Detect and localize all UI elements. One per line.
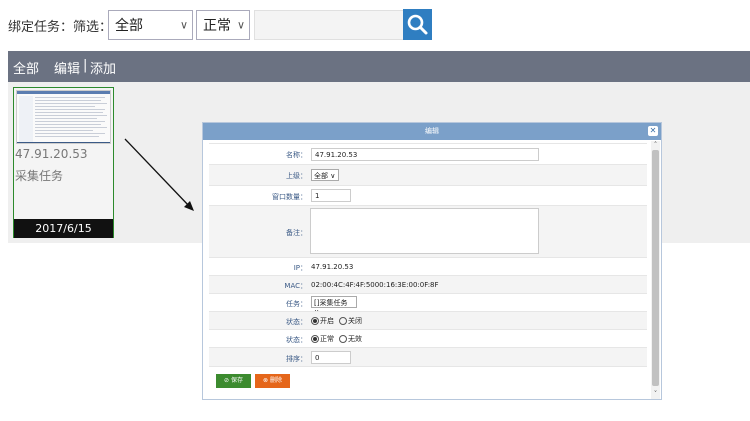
radio-invalid[interactable]: 无效 — [339, 334, 362, 344]
dialog-scrollbar[interactable]: ˄ ˅ — [651, 141, 660, 399]
window-count-input[interactable]: 1 — [311, 189, 351, 202]
chevron-down-icon: ∨ — [330, 172, 336, 180]
edit-dialog: 编辑 ✕ 名称： 47.91.20.53 上级： 全部 ∨ 窗口数量： 1 备注… — [202, 122, 662, 400]
status-filter-value: 正常 — [203, 18, 231, 34]
card-timestamp: 2017/6/15 17:16:56 — [14, 219, 113, 254]
sort-label: 排序： — [286, 355, 307, 363]
nav-edit-link[interactable]: 编辑 — [54, 58, 80, 77]
form-row-window: 窗口数量： 1 — [209, 185, 647, 205]
form-row-mac: MAC： 02:00:4C:4F:4F:5000:16:3E:00:0F:8F — [209, 275, 647, 293]
ip-label: IP： — [293, 264, 307, 272]
state-normal-label: 状态： — [286, 336, 307, 344]
form-row-sort: 排序： 0 — [209, 347, 647, 367]
form-row-note: 备注： — [209, 205, 647, 257]
chevron-down-icon: ∨ — [236, 18, 245, 32]
form-row-state-open: 状态： 开启 关闭 — [209, 311, 647, 329]
radio-unselected-icon — [339, 317, 347, 325]
parent-select-value: 全部 — [314, 172, 328, 180]
radio-unselected-icon — [339, 335, 347, 343]
task-select-value: []采集任务 — [314, 299, 348, 307]
mac-value: 02:00:4C:4F:4F:5000:16:3E:00:0F:8F — [311, 281, 439, 289]
nav-separator: | — [83, 58, 88, 73]
radio-normal-label: 正常 — [320, 335, 334, 343]
parent-select[interactable]: 全部 ∨ — [311, 169, 339, 181]
form-row-task: 任务： []采集任务 ∨ — [209, 293, 647, 316]
radio-selected-icon — [311, 335, 319, 343]
search-icon — [407, 14, 428, 35]
radio-invalid-label: 无效 — [348, 335, 362, 343]
close-icon[interactable]: ✕ — [648, 126, 658, 136]
state-open-label: 状态： — [286, 318, 307, 326]
form-row-ip: IP： 47.91.20.53 — [209, 257, 647, 275]
name-input[interactable]: 47.91.20.53 — [311, 148, 539, 161]
chevron-down-icon: ∨ — [179, 18, 188, 32]
radio-close-label: 关闭 — [348, 317, 362, 325]
mac-label: MAC： — [284, 282, 307, 290]
pointer-arrow-icon — [124, 138, 194, 211]
save-button-label: 保存 — [230, 377, 243, 384]
task-filter-select[interactable]: 全部 ∨ — [108, 10, 193, 40]
card-task-type: 采集任务 — [15, 169, 64, 183]
scrollbar-thumb[interactable] — [652, 150, 659, 386]
radio-selected-icon — [311, 317, 319, 325]
status-filter-select[interactable]: 正常 ∨ — [196, 10, 250, 40]
card-ip: 47.91.20.53 — [15, 147, 88, 161]
note-textarea[interactable] — [310, 208, 539, 254]
nav-all-link[interactable]: 全部 — [13, 58, 39, 77]
save-button[interactable]: ⊘ 保存 — [216, 374, 251, 388]
nav-add-link[interactable]: 添加 — [90, 58, 116, 77]
search-button[interactable] — [403, 9, 432, 40]
dialog-header: 编辑 ✕ — [203, 123, 661, 140]
dialog-title: 编辑 — [425, 127, 439, 135]
cancel-circle-icon: ⊗ — [263, 377, 269, 384]
ip-value: 47.91.20.53 — [311, 263, 354, 271]
filter-label: 绑定任务：筛选： — [8, 20, 113, 35]
task-filter-value: 全部 — [115, 18, 143, 34]
check-circle-icon: ⊘ — [224, 377, 230, 384]
scroll-down-icon[interactable]: ˅ — [651, 390, 660, 398]
form-row-name: 名称： 47.91.20.53 — [209, 143, 647, 164]
note-label: 备注： — [286, 229, 307, 237]
window-count-label: 窗口数量： — [272, 193, 307, 201]
nav-bar: 全部 编辑 | 添加 — [8, 51, 750, 82]
delete-button[interactable]: ⊗ 删除 — [255, 374, 290, 388]
sort-input[interactable]: 0 — [311, 351, 351, 364]
radio-open-label: 开启 — [320, 317, 334, 325]
screenshot-thumbnail — [16, 90, 111, 144]
search-input[interactable] — [254, 10, 404, 40]
parent-label: 上级： — [286, 172, 307, 180]
radio-open[interactable]: 开启 — [311, 316, 334, 326]
scroll-up-icon[interactable]: ˄ — [651, 141, 660, 149]
name-label: 名称： — [286, 151, 307, 159]
task-select[interactable]: []采集任务 ∨ — [311, 296, 357, 316]
task-label: 任务： — [286, 300, 307, 308]
delete-button-label: 删除 — [269, 377, 282, 384]
form-row-parent: 上级： 全部 ∨ — [209, 164, 647, 185]
radio-normal[interactable]: 正常 — [311, 334, 334, 344]
form-row-state-normal: 状态： 正常 无效 — [209, 329, 647, 347]
device-card[interactable]: 47.91.20.53 采集任务 2017/6/15 17:16:56 — [13, 87, 114, 254]
radio-close[interactable]: 关闭 — [339, 316, 362, 326]
